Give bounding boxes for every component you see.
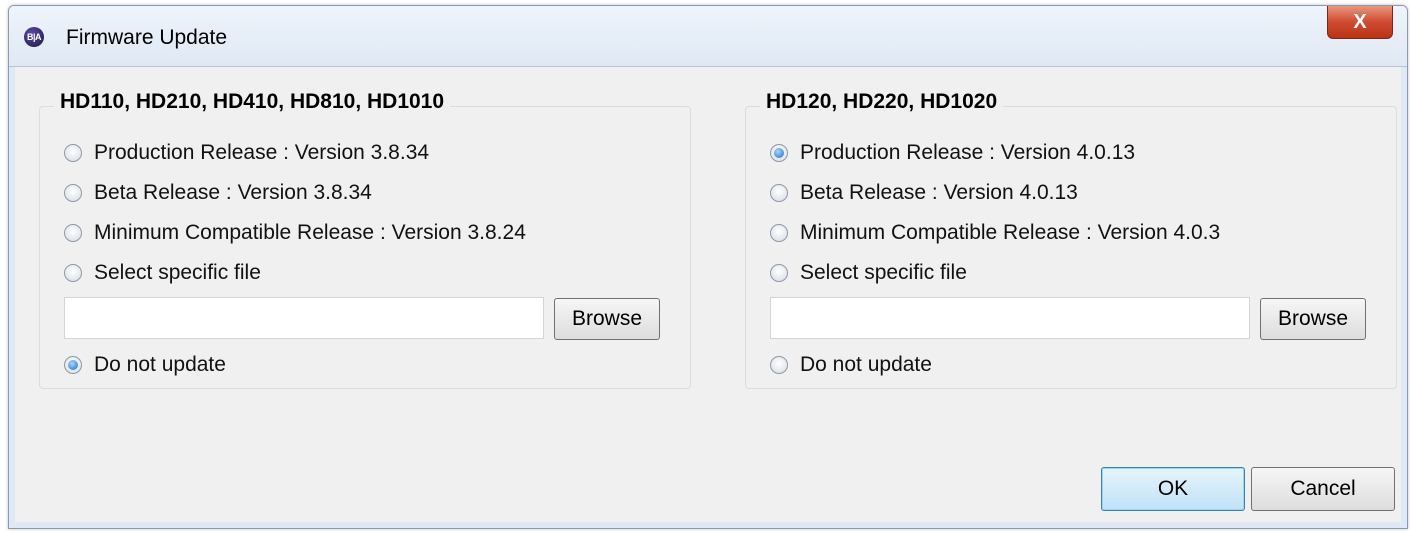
radio-label: Beta Release : Version 4.0.13 [800,181,1078,204]
ok-button[interactable]: OK [1101,467,1245,511]
file-path-input[interactable] [770,297,1250,339]
radio-label: Select specific file [800,261,967,284]
title-bar: B|A Firmware Update [9,6,1407,67]
close-button[interactable]: X [1327,6,1393,39]
radio-icon[interactable] [770,184,788,202]
firmware-update-dialog: B|A Firmware Update X HD110, HD210, HD41… [8,5,1408,529]
radio-icon[interactable] [64,144,82,162]
radio-label: Minimum Compatible Release : Version 4.0… [800,221,1221,244]
radio-production-release[interactable]: Production Release : Version 3.8.34 [64,140,429,166]
radio-minimum-compatible-release[interactable]: Minimum Compatible Release : Version 3.8… [64,220,526,246]
group-hd110-series: HD110, HD210, HD410, HD810, HD1010 Produ… [39,90,691,389]
window-title: Firmware Update [66,26,228,49]
cancel-button[interactable]: Cancel [1251,467,1395,511]
radio-label: Do not update [800,353,932,376]
radio-do-not-update[interactable]: Do not update [770,352,932,378]
radio-minimum-compatible-release[interactable]: Minimum Compatible Release : Version 4.0… [770,220,1220,246]
radio-icon[interactable] [64,224,82,242]
radio-icon[interactable] [770,264,788,282]
radio-icon[interactable] [770,144,788,162]
radio-label: Production Release : Version 4.0.13 [800,141,1136,164]
radio-icon[interactable] [64,356,82,374]
browse-button[interactable]: Browse [1260,298,1366,340]
radio-label: Do not update [94,353,226,376]
group-title: HD120, HD220, HD1020 [760,90,1004,114]
radio-production-release[interactable]: Production Release : Version 4.0.13 [770,140,1135,166]
radio-label: Beta Release : Version 3.8.34 [94,181,372,204]
file-path-input[interactable] [64,297,544,339]
dialog-content: HD110, HD210, HD410, HD810, HD1010 Produ… [9,67,1407,528]
radio-select-specific-file[interactable]: Select specific file [64,260,261,286]
radio-icon[interactable] [770,224,788,242]
close-icon: X [1353,11,1367,33]
radio-icon[interactable] [64,264,82,282]
radio-do-not-update[interactable]: Do not update [64,352,226,378]
group-title: HD110, HD210, HD410, HD810, HD1010 [54,90,451,114]
app-logo-icon: B|A [24,27,44,47]
group-hd120-series: HD120, HD220, HD1020 Production Release … [745,90,1397,389]
radio-beta-release[interactable]: Beta Release : Version 4.0.13 [770,180,1078,206]
browse-button[interactable]: Browse [554,298,660,340]
radio-label: Minimum Compatible Release : Version 3.8… [94,221,526,244]
radio-label: Production Release : Version 3.8.34 [94,141,430,164]
radio-select-specific-file[interactable]: Select specific file [770,260,967,286]
radio-icon[interactable] [64,184,82,202]
radio-icon[interactable] [770,356,788,374]
radio-label: Select specific file [94,261,261,284]
radio-beta-release[interactable]: Beta Release : Version 3.8.34 [64,180,372,206]
